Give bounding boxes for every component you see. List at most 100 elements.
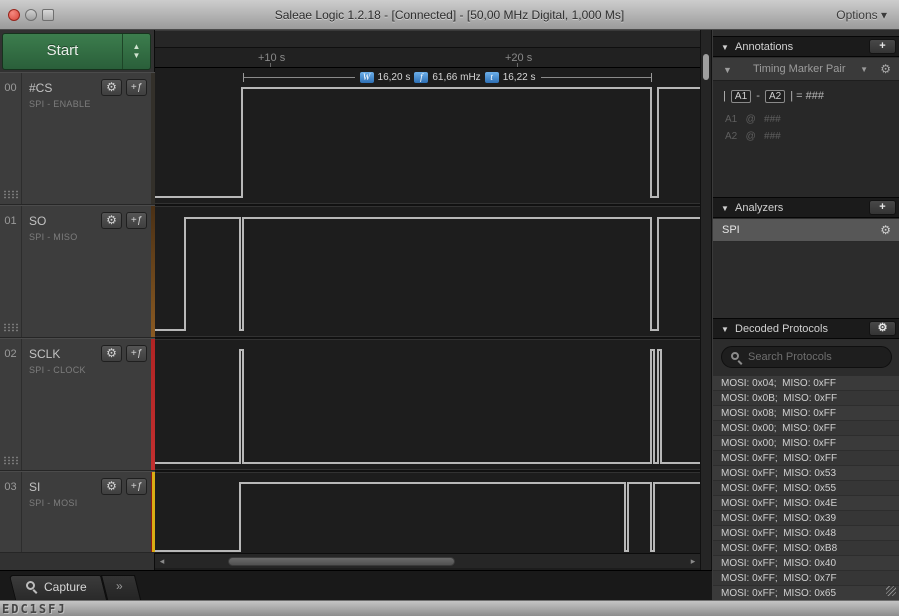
window-resize-grip[interactable] bbox=[886, 586, 896, 596]
channel-row-02[interactable]: 02 SCLK SPI - CLOCK ⚙ +ƒ bbox=[0, 338, 155, 471]
analyzer-name: SPI bbox=[722, 224, 740, 236]
saleae-logic-window: Saleae Logic 1.2.18 - [Connected] - [50,… bbox=[0, 0, 899, 616]
protocol-row[interactable]: MOSI: 0x08; MISO: 0xFF bbox=[713, 406, 899, 421]
analyzer-item-spi[interactable]: SPI ⚙ bbox=[713, 219, 899, 242]
channel-number: 00 bbox=[0, 73, 22, 204]
time-ruler[interactable]: +10 s +20 s bbox=[155, 48, 700, 68]
ruler-tick-mark bbox=[270, 63, 271, 67]
channel-number: 02 bbox=[0, 339, 22, 470]
channel-row-03[interactable]: 03 SI SPI - MOSI ⚙ +ƒ bbox=[0, 471, 155, 553]
titlebar: Saleae Logic 1.2.18 - [Connected] - [50,… bbox=[0, 0, 899, 30]
analyzers-header[interactable]: ▼ Analyzers + bbox=[713, 197, 899, 218]
protocol-row[interactable]: MOSI: 0x04; MISO: 0xFF bbox=[713, 376, 899, 391]
protocol-search-input[interactable]: Search Protocols bbox=[721, 346, 892, 368]
waveform-cs bbox=[155, 88, 700, 197]
channel-role-label: SPI - CLOCK bbox=[29, 365, 86, 375]
row-resize-grip[interactable] bbox=[3, 456, 18, 465]
collapse-caret-icon: ▼ bbox=[721, 325, 729, 334]
chevron-up-icon: ▲ bbox=[133, 43, 141, 51]
channel-divider bbox=[155, 336, 700, 340]
tab-overflow-button[interactable]: » bbox=[104, 575, 138, 600]
channel-number: 01 bbox=[0, 206, 22, 337]
waveform-viewport[interactable]: +10 s +20 s W 16,20 s f 61,66 mHz t 16,2… bbox=[155, 30, 700, 570]
horizontal-scrollbar-thumb[interactable] bbox=[228, 557, 455, 566]
marker-pair-details: | A1 - A2 | = ### A1 @ ### A2 @ ### bbox=[713, 81, 899, 197]
channel-settings-button[interactable]: ⚙ bbox=[101, 212, 122, 229]
start-options-toggle[interactable]: ▲ ▼ bbox=[122, 34, 150, 69]
protocol-row[interactable]: MOSI: 0xFF; MISO: 0x65 bbox=[713, 586, 899, 600]
protocol-row[interactable]: MOSI: 0xFF; MISO: 0x39 bbox=[713, 511, 899, 526]
waveform-si bbox=[155, 483, 700, 551]
timing-marker-pair-row[interactable]: ▼ Timing Marker Pair ▼ ⚙ bbox=[713, 58, 899, 81]
vertical-scrollbar-thumb[interactable] bbox=[703, 54, 709, 80]
section-title: Analyzers bbox=[735, 202, 783, 214]
channel-panel: Start ▲ ▼ 00 #CS SPI - ENABLE ⚙ +ƒ 01 SO… bbox=[0, 30, 155, 570]
double-chevron-icon: » bbox=[116, 579, 123, 593]
scroll-right-icon[interactable]: ▸ bbox=[686, 554, 700, 568]
marker-a1-chip[interactable]: A1 bbox=[731, 90, 751, 103]
capture-tab-bar: Capture » bbox=[0, 570, 712, 600]
channel-role-label: SPI - ENABLE bbox=[29, 99, 91, 109]
capture-zoom-icon bbox=[26, 581, 35, 590]
channel-role-label: SPI - MISO bbox=[29, 232, 78, 242]
protocol-row[interactable]: MOSI: 0xFF; MISO: 0x4E bbox=[713, 496, 899, 511]
marker-a2-position: A2 @ ### bbox=[725, 131, 781, 142]
decoded-protocols-header[interactable]: ▼ Decoded Protocols ⚙ bbox=[713, 318, 899, 339]
collapse-caret-icon: ▼ bbox=[721, 43, 729, 52]
channel-trigger-button[interactable]: +ƒ bbox=[126, 478, 147, 495]
row-resize-grip[interactable] bbox=[3, 190, 18, 199]
add-annotation-button[interactable]: + bbox=[869, 39, 896, 54]
waveform-toolbar bbox=[155, 30, 700, 48]
channel-settings-button[interactable]: ⚙ bbox=[101, 79, 122, 96]
gear-icon: ⚙ bbox=[106, 213, 117, 227]
chevron-down-icon: ▼ bbox=[133, 52, 141, 60]
capture-tab[interactable]: Capture bbox=[12, 575, 104, 600]
channel-row-00[interactable]: 00 #CS SPI - ENABLE ⚙ +ƒ bbox=[0, 72, 155, 205]
add-analyzer-button[interactable]: + bbox=[869, 200, 896, 215]
protocol-row[interactable]: MOSI: 0xFF; MISO: 0x48 bbox=[713, 526, 899, 541]
protocol-row[interactable]: MOSI: 0xFF; MISO: 0x53 bbox=[713, 466, 899, 481]
gear-icon[interactable]: ⚙ bbox=[880, 223, 891, 237]
channel-name: SI bbox=[29, 480, 40, 494]
channel-settings-button[interactable]: ⚙ bbox=[101, 345, 122, 362]
vertical-scrollbar[interactable] bbox=[700, 30, 712, 570]
marker-a2-chip[interactable]: A2 bbox=[765, 90, 785, 103]
start-button[interactable]: Start ▲ ▼ bbox=[2, 33, 151, 70]
channel-row-01[interactable]: 01 SO SPI - MISO ⚙ +ƒ bbox=[0, 205, 155, 338]
start-button-label: Start bbox=[3, 34, 122, 69]
trigger-icon: +ƒ bbox=[131, 215, 142, 226]
window-title: Saleae Logic 1.2.18 - [Connected] - [50,… bbox=[0, 8, 899, 22]
protocol-row[interactable]: MOSI: 0xFF; MISO: 0xFF bbox=[713, 451, 899, 466]
waveform-so bbox=[155, 218, 700, 330]
horizontal-scrollbar[interactable]: ◂ ▸ bbox=[155, 553, 700, 568]
formula-text: | bbox=[723, 90, 726, 102]
decoded-settings-button[interactable]: ⚙ bbox=[869, 321, 896, 336]
protocol-row[interactable]: MOSI: 0x00; MISO: 0xFF bbox=[713, 436, 899, 451]
protocol-row[interactable]: MOSI: 0x0B; MISO: 0xFF bbox=[713, 391, 899, 406]
channel-trigger-button[interactable]: +ƒ bbox=[126, 79, 147, 96]
channel-name: SCLK bbox=[29, 347, 60, 361]
scroll-left-icon[interactable]: ◂ bbox=[155, 554, 169, 568]
waveform-sclk bbox=[155, 350, 700, 463]
channel-role-label: SPI - MOSI bbox=[29, 498, 78, 508]
ruler-tick-mark bbox=[517, 63, 518, 67]
channel-trigger-button[interactable]: +ƒ bbox=[126, 212, 147, 229]
protocol-row[interactable]: MOSI: 0xFF; MISO: 0xB8 bbox=[713, 541, 899, 556]
protocol-row[interactable]: MOSI: 0x00; MISO: 0xFF bbox=[713, 421, 899, 436]
dropdown-caret-icon[interactable]: ▼ bbox=[860, 65, 868, 74]
annotations-header[interactable]: ▼ Annotations + bbox=[713, 36, 899, 57]
status-bar: EDC1SFJ bbox=[0, 600, 899, 616]
protocol-row[interactable]: MOSI: 0xFF; MISO: 0x55 bbox=[713, 481, 899, 496]
protocol-row[interactable]: MOSI: 0xFF; MISO: 0x7F bbox=[713, 571, 899, 586]
formula-text: | = ### bbox=[790, 90, 824, 102]
channel-settings-button[interactable]: ⚙ bbox=[101, 478, 122, 495]
options-button[interactable]: Options ▾ bbox=[836, 8, 887, 22]
marker-formula: | A1 - A2 | = ### bbox=[723, 90, 824, 103]
channel-trigger-button[interactable]: +ƒ bbox=[126, 345, 147, 362]
protocol-row[interactable]: MOSI: 0xFF; MISO: 0x40 bbox=[713, 556, 899, 571]
gear-icon[interactable]: ⚙ bbox=[880, 62, 891, 76]
collapse-caret-icon: ▼ bbox=[721, 204, 729, 213]
digital-waveforms[interactable] bbox=[155, 68, 700, 554]
row-resize-grip[interactable] bbox=[3, 323, 18, 332]
channel-name: SO bbox=[29, 214, 46, 228]
